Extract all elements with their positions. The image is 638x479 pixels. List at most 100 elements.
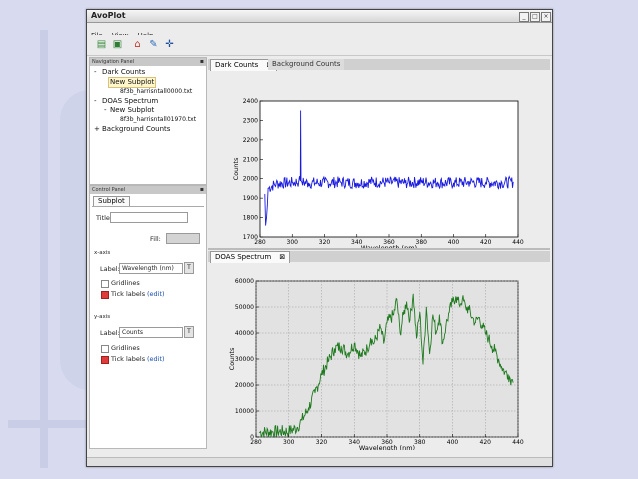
tree-toggle-icon[interactable]: - — [94, 68, 97, 77]
tab-subplot[interactable]: Subplot — [93, 196, 130, 206]
close-tab-icon[interactable]: ⊠ — [279, 253, 285, 261]
tree-item-file-1[interactable]: 8f3b_harrisntall0000.txt — [120, 87, 192, 96]
x-tick-label: 440 — [512, 239, 524, 246]
y-tick-labels-checkbox[interactable] — [101, 356, 109, 364]
tree-toggle-icon[interactable]: + — [94, 125, 100, 134]
data-point — [388, 182, 390, 183]
data-point — [455, 296, 457, 297]
data-point — [340, 181, 342, 183]
data-point — [301, 419, 303, 421]
data-point — [288, 430, 290, 432]
data-point — [458, 304, 460, 305]
x-tick-label: 400 — [448, 239, 460, 246]
data-point — [445, 324, 447, 326]
tree-item-file-2[interactable]: 8f3b_harrisntall01970.txt — [120, 115, 196, 124]
y-tick-label: 2100 — [243, 156, 258, 163]
data-point — [258, 431, 260, 433]
dark-counts-chart[interactable]: 280 300 320 340 360 380 400 420 4401700180019002… — [208, 71, 550, 248]
y-tick-edit-link[interactable]: (edit) — [147, 355, 165, 363]
new-plot-icon[interactable]: ▤ — [95, 38, 108, 51]
y-label-input[interactable]: Counts — [119, 327, 183, 338]
navigation-panel-header: Navigation Panel ▪ — [90, 58, 206, 66]
tree-toggle-icon[interactable]: - — [104, 106, 107, 115]
data-point — [327, 361, 329, 362]
y-axis-label: Counts — [232, 157, 240, 180]
decor-bar — [40, 30, 48, 468]
tab-doas-spectrum-label: DOAS Spectrum — [215, 253, 272, 261]
control-panel-header: Control Panel ▪ — [90, 186, 206, 194]
fill-color-button[interactable] — [166, 233, 200, 244]
data-point — [402, 314, 404, 316]
data-point — [300, 110, 302, 112]
data-point — [497, 358, 499, 360]
divider — [92, 206, 204, 207]
data-point — [324, 182, 325, 183]
data-point — [429, 353, 430, 355]
y-gridlines-checkbox[interactable] — [101, 345, 109, 353]
splitter[interactable] — [208, 248, 550, 250]
x-label-label: Label: — [100, 265, 120, 273]
x-label-input[interactable]: Wavelength (nm) — [119, 263, 183, 274]
data-point — [475, 322, 476, 323]
close-button[interactable]: × — [541, 12, 551, 22]
tab-background-counts[interactable]: Background Counts — [268, 59, 345, 70]
close-icon[interactable]: ▪ — [200, 186, 204, 194]
tree-item-doas-spectrum[interactable]: DOAS Spectrum — [102, 97, 158, 106]
y-gridlines-label: Gridlines — [111, 344, 140, 352]
y-tick-label: 1900 — [243, 195, 258, 202]
y-tick-label: 2200 — [243, 137, 258, 144]
decor-bar — [8, 420, 88, 428]
data-point — [271, 431, 273, 433]
title-bar: AvoPlot _ □ × — [87, 10, 552, 23]
data-point — [353, 343, 355, 344]
tree-item-background-counts[interactable]: Background Counts — [102, 125, 170, 134]
data-point — [494, 350, 496, 352]
minimize-button[interactable]: _ — [519, 12, 529, 22]
x-font-button[interactable]: T — [184, 262, 194, 274]
maximize-button[interactable]: □ — [530, 12, 540, 22]
data-point — [266, 217, 267, 218]
data-point — [296, 427, 298, 429]
data-point — [321, 374, 322, 375]
data-point — [465, 306, 466, 308]
menu-bar: File View Help — [87, 23, 552, 40]
plot-area — [259, 100, 519, 238]
open-icon[interactable]: ▣ — [111, 38, 124, 51]
data-point — [373, 343, 375, 344]
tree-item-dark-counts[interactable]: Dark Counts — [102, 68, 145, 77]
x-tick-label: 320 — [319, 239, 331, 246]
x-tick-label: 300 — [283, 439, 295, 446]
data-point — [366, 348, 368, 349]
data-point — [504, 371, 506, 373]
data-point — [383, 343, 385, 344]
move-icon[interactable]: ✛ — [163, 38, 176, 51]
data-point — [298, 181, 300, 183]
x-tick-label: 300 — [287, 239, 299, 246]
y-font-button[interactable]: T — [184, 326, 194, 338]
data-point — [308, 408, 309, 409]
tree-item-new-subplot-2[interactable]: New Subplot — [110, 106, 154, 115]
y-axis-label: Counts — [228, 347, 236, 370]
edit-icon[interactable]: ✎ — [147, 38, 160, 51]
title-input[interactable] — [110, 212, 188, 223]
data-point — [485, 182, 487, 183]
x-tick-labels-checkbox[interactable] — [101, 291, 109, 299]
y-tick-label: 40000 — [235, 330, 254, 337]
y-tick-label: 1700 — [243, 234, 258, 241]
tree-toggle-icon[interactable]: - — [94, 97, 97, 106]
data-point — [422, 363, 424, 365]
data-point — [301, 181, 303, 183]
x-tick-edit-link[interactable]: (edit) — [147, 290, 165, 298]
home-icon[interactable]: ⌂ — [131, 38, 144, 51]
x-gridlines-checkbox[interactable] — [101, 280, 109, 288]
data-point — [452, 301, 453, 303]
tab-doas-spectrum[interactable]: DOAS Spectrum ⊠ — [210, 251, 291, 263]
x-tick-label: 440 — [512, 439, 524, 446]
y-tick-label: 0 — [250, 434, 254, 441]
doas-spectrum-chart[interactable]: 280 300 320 340 360 380 400 420 4400100002000030… — [208, 263, 550, 450]
close-icon[interactable]: ▪ — [200, 58, 204, 66]
control-panel: Control Panel ▪ Subplot Title: Fill: x-a… — [89, 185, 207, 449]
data-point — [314, 392, 316, 394]
data-point — [393, 314, 394, 316]
x-tick-label: 380 — [416, 239, 428, 246]
